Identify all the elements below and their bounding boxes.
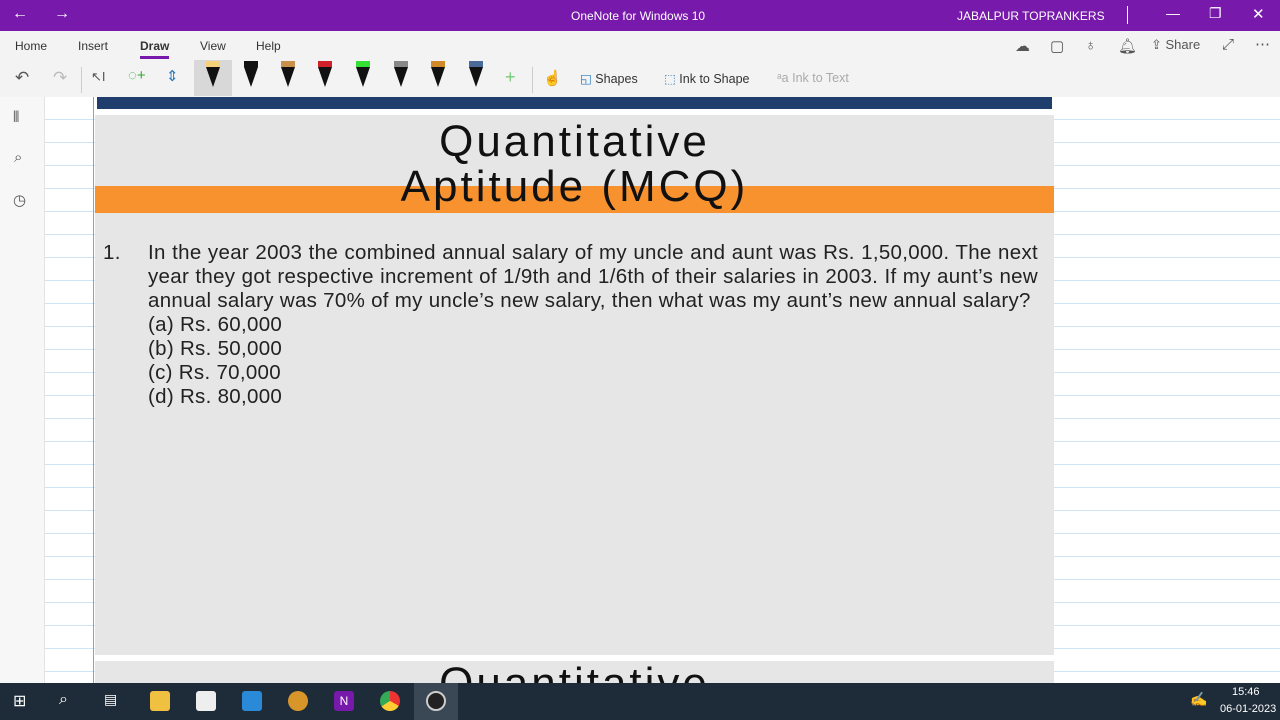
onenote-icon[interactable]: N [334,691,354,711]
lasso-select-icon[interactable]: ◌+ [128,67,146,84]
share-label: Share [1165,37,1201,52]
redo-icon[interactable]: ↷ [53,68,67,88]
fullscreen-icon[interactable]: ⤢ [1222,36,1234,53]
sync-icon[interactable]: ☁ [1015,37,1030,55]
page-icon[interactable]: ▢ [1050,37,1064,55]
chrome-icon[interactable] [380,691,400,711]
touch-draw-icon[interactable]: ☝ [543,69,562,87]
left-nav-rail: ⫴ ⌕ ◷ [0,97,45,683]
option-d: (d) Rs. 80,000 [148,385,283,408]
option-b: (b) Rs. 50,000 [148,337,283,360]
pen-8[interactable] [469,61,483,87]
add-space-icon[interactable]: ⇕ [166,67,179,85]
mail-icon[interactable] [242,691,262,711]
ink-to-shape-label: Ink to Shape [679,72,750,86]
add-pen-icon[interactable]: + [505,67,516,88]
clock-date[interactable]: 06-01-2023 [1220,703,1276,715]
divider [1127,6,1128,24]
next-slide-image: Quantitative [95,661,1054,683]
tab-insert[interactable]: Insert [78,39,108,53]
ink-to-text-label: Ink to Text [792,71,849,85]
option-a: (a) Rs. 60,000 [148,313,283,336]
pen-4[interactable] [318,61,332,87]
forward-arrow-icon[interactable]: → [54,5,70,23]
pen-2[interactable] [244,61,258,87]
shapes-button[interactable]: ◱ Shapes [580,71,638,86]
pen-1[interactable] [206,61,220,87]
undo-icon[interactable]: ↶ [15,68,29,88]
shapes-label: Shapes [595,72,638,86]
tab-view[interactable]: View [200,39,226,53]
pen-3[interactable] [281,61,295,87]
ribbon: Home Insert Draw View Help ☁ ▢ ♁ 🔔︎ ⇪ Sh… [0,31,1280,97]
question-text: In the year 2003 the combined annual sal… [148,241,1038,312]
clock-time[interactable]: 15:46 [1232,686,1260,698]
pen-5[interactable] [356,61,370,87]
taskbar: ⊞ ⌕ ▤ N ✍ 15:46 06-01-2023 [0,683,1280,720]
windows-start-icon[interactable]: ⊞ [13,691,33,711]
close-button[interactable]: ✕ [1252,5,1265,23]
page-margin-line [93,97,94,683]
next-slide-title: Quantitative [95,661,1054,683]
app-icon[interactable] [288,691,308,711]
more-icon[interactable]: ⋯ [1255,35,1270,53]
search-icon[interactable]: ⌕ [59,691,79,711]
question-number: 1. [103,241,121,264]
search-icon[interactable]: ⌕ [14,149,22,166]
divider [81,67,82,93]
slide-image: Quantitative Aptitude (MCQ) 1. In the ye… [95,115,1054,655]
tab-home[interactable]: Home [15,39,47,53]
slide-title-line2: Aptitude (MCQ) [400,162,749,211]
notebooks-icon[interactable]: ⫴ [13,109,19,126]
pen-6[interactable] [394,61,408,87]
ink-to-text-icon: ᵃa [777,71,789,85]
recent-clock-icon[interactable]: ◷ [13,191,26,209]
bell-icon[interactable]: 🔔︎ [1118,37,1137,55]
minimize-button[interactable]: — [1166,5,1180,21]
question: 1. In the year 2003 the combined annual … [103,241,1038,409]
pen-7[interactable] [431,61,445,87]
restore-button[interactable]: ❐ [1209,5,1222,22]
slide-title-line1: Quantitative [439,117,710,166]
recorder-icon[interactable] [426,691,446,711]
file-explorer-icon[interactable] [150,691,170,711]
ink-to-shape-button[interactable]: ⬚ Ink to Shape [664,71,750,86]
tab-help[interactable]: Help [256,39,281,53]
title-bar: ← → OneNote for Windows 10 JABALPUR TOPR… [0,0,1280,31]
pen-workspace-icon[interactable]: ✍ [1190,691,1210,711]
lasso-text-select-icon[interactable]: ↖I [91,69,106,85]
share-button[interactable]: ⇪ Share [1151,37,1200,53]
divider [532,67,533,93]
store-icon[interactable] [196,691,216,711]
lightbulb-icon[interactable]: ♁ [1085,37,1096,54]
app-title: OneNote for Windows 10 [571,9,706,23]
previous-slide-edge [97,97,1052,109]
user-name[interactable]: JABALPUR TOPRANKERS [957,9,1105,23]
back-arrow-icon[interactable]: ← [12,5,28,23]
ink-to-text-button[interactable]: ᵃa Ink to Text [777,71,849,85]
tab-draw[interactable]: Draw [140,39,170,59]
shapes-icon: ◱ [580,72,592,86]
task-view-icon[interactable]: ▤ [104,691,124,711]
option-c: (c) Rs. 70,000 [148,361,281,384]
ink-to-shape-icon: ⬚ [664,72,676,86]
